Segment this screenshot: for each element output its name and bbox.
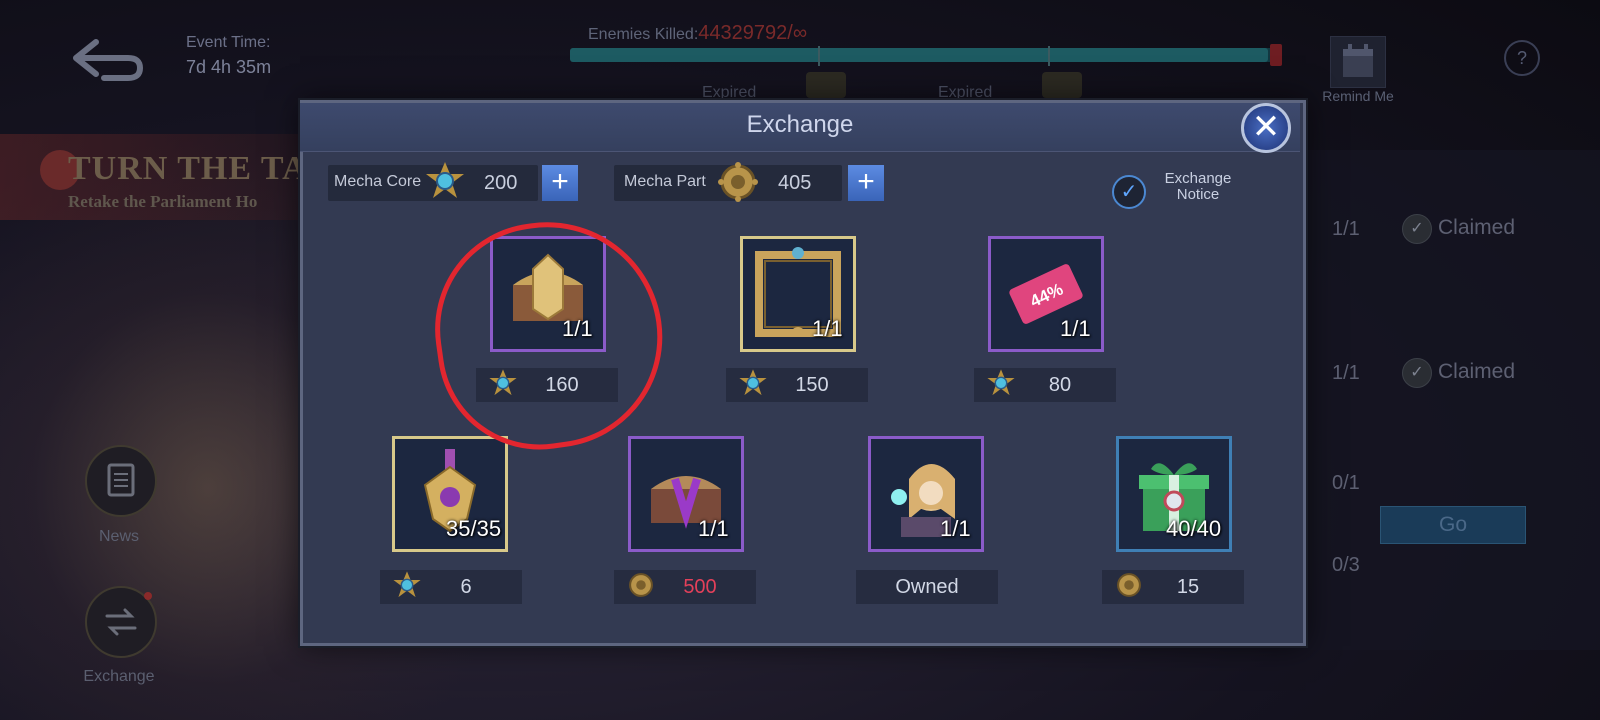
task-progress: 0/1: [1332, 472, 1360, 494]
price-value: 15: [1176, 576, 1200, 598]
task-status: Claimed: [1438, 360, 1516, 383]
enemies-killed-value: 44329792/∞: [698, 22, 808, 44]
price-value: 80: [1048, 374, 1072, 396]
item-quantity: 1/1: [940, 516, 971, 541]
milestone-chest-icon[interactable]: [1042, 72, 1082, 98]
event-title: TURN THE TA: [68, 150, 308, 187]
task-progress: 0/3: [1332, 554, 1360, 576]
calendar-icon[interactable]: [1330, 36, 1386, 88]
remind-me-label[interactable]: Remind Me: [1318, 88, 1398, 104]
go-button[interactable]: Go: [1380, 506, 1526, 544]
exchange-notice-checkbox[interactable]: ✓: [1112, 175, 1146, 209]
event-progress-fill: [570, 48, 1268, 62]
mecha-part-icon: [718, 162, 758, 202]
help-icon[interactable]: ?: [1504, 40, 1540, 76]
event-subtitle: Retake the Parliament Ho: [68, 192, 258, 211]
event-time-label: Event Time:: [186, 34, 271, 51]
close-button[interactable]: ✕: [1241, 103, 1291, 153]
enemies-killed-label: Enemies Killed:: [588, 26, 699, 43]
price-value: 150: [795, 374, 829, 396]
milestone-marker: [818, 46, 820, 66]
dialog-title: Exchange: [746, 111, 854, 138]
news-button[interactable]: [85, 445, 157, 517]
currency-label: Mecha Core: [334, 173, 422, 190]
progress-end-marker: [1270, 44, 1282, 66]
milestone-marker: [1048, 46, 1050, 66]
mecha-core-icon: [426, 162, 464, 198]
mecha-part-icon: [1117, 573, 1141, 597]
currency-value: 200: [484, 172, 518, 194]
price-value: 6: [460, 576, 472, 598]
check-icon: ✓: [1402, 358, 1432, 388]
add-mecha-core-button[interactable]: +: [542, 165, 578, 201]
currency-label: Mecha Part: [624, 173, 706, 190]
back-arrow-icon[interactable]: [70, 38, 146, 82]
mecha-core-icon: [739, 369, 767, 396]
check-icon: ✓: [1402, 214, 1432, 244]
item-quantity: 1/1: [1060, 316, 1091, 341]
mecha-part-icon: [629, 573, 653, 597]
price-value: 500: [683, 576, 717, 598]
task-progress: 1/1: [1332, 218, 1360, 240]
item-quantity: 35/35: [446, 516, 502, 541]
milestone-chest-icon[interactable]: [806, 72, 846, 98]
exchange-notice-label[interactable]: Exchange Notice: [1148, 171, 1248, 203]
owned-label: Owned: [895, 576, 959, 598]
event-time-value: 7d 4h 35m: [186, 57, 272, 77]
task-panel-background: [1270, 150, 1600, 650]
task-status: Claimed: [1438, 216, 1516, 239]
currency-value: 405: [778, 172, 812, 194]
event-progress-bar: [570, 48, 1282, 62]
item-quantity: 1/1: [698, 516, 729, 541]
item-quantity: 40/40: [1166, 516, 1222, 541]
mecha-core-icon: [987, 369, 1015, 396]
task-progress: 1/1: [1332, 362, 1360, 384]
add-mecha-part-button[interactable]: +: [848, 165, 884, 201]
mecha-core-icon: [393, 571, 421, 598]
item-quantity: 1/1: [812, 316, 843, 341]
notification-dot: [144, 592, 152, 600]
news-label[interactable]: News: [59, 528, 179, 546]
enemies-killed: Enemies Killed:44329792/∞: [588, 22, 807, 45]
exchange-side-label[interactable]: Exchange: [59, 668, 179, 686]
book-icon: [107, 463, 135, 497]
